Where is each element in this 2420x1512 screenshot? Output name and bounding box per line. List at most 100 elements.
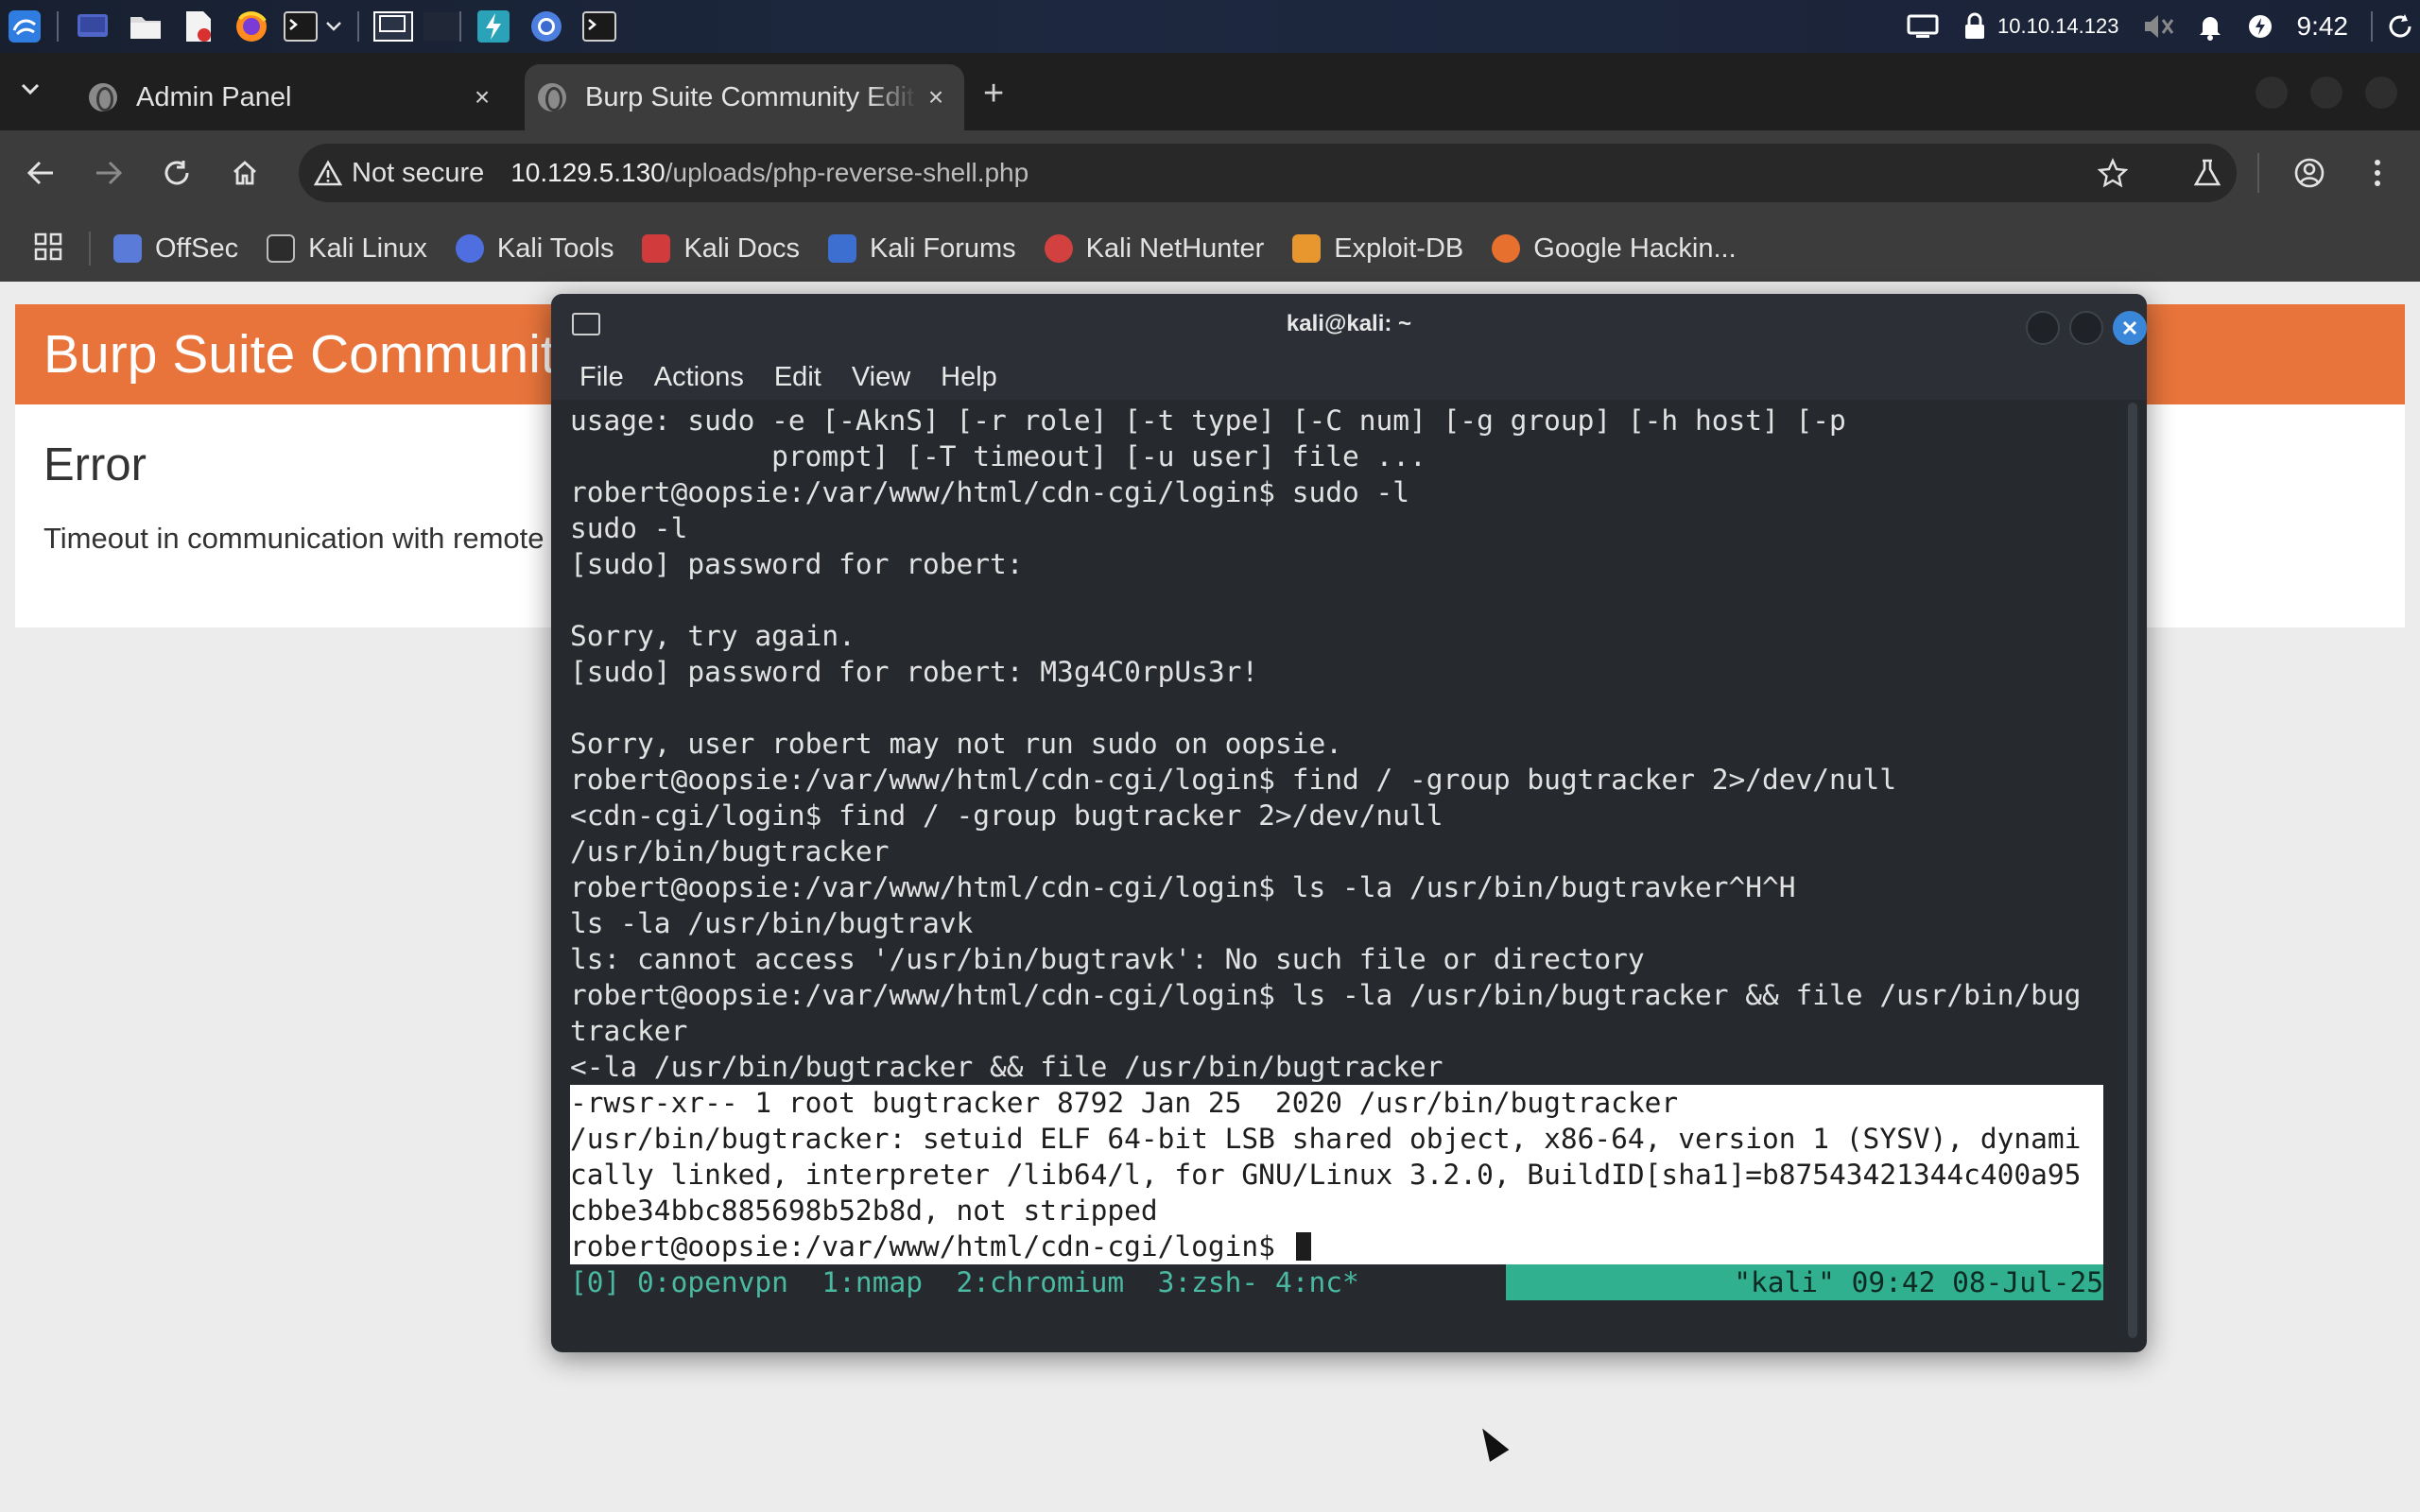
address-bar[interactable]: Not secure 10.129.5.130/uploads/php-reve… <box>299 144 2237 202</box>
notification-bell-icon[interactable] <box>2197 12 2223 41</box>
bookmark-kali-nethunter[interactable]: Kali NetHunter <box>1044 232 1265 265</box>
bookmark-label: Google Hackin... <box>1533 232 1737 264</box>
bookmark-offsec[interactable]: OffSec <box>113 233 238 265</box>
menu-kebab-icon[interactable] <box>2356 151 2399 195</box>
bookmarks-divider <box>89 232 91 266</box>
terminal-line: [sudo] password for robert: <box>570 548 1024 580</box>
taskbar-separator <box>2371 11 2373 42</box>
terminal-prompt: robert@oopsie:/var/www/html/cdn-cgi/logi… <box>570 1230 1292 1263</box>
new-tab-button[interactable]: + <box>983 74 1004 114</box>
profile-icon[interactable] <box>2288 151 2331 195</box>
close-icon <box>2122 320 2137 335</box>
desktop-taskbar: 10.10.14.123 9:42 <box>0 0 2420 53</box>
bookmark-label: Kali NetHunter <box>1085 232 1265 264</box>
tab-admin-panel[interactable]: Admin Panel × <box>66 64 510 130</box>
desktop-icon[interactable] <box>74 8 112 45</box>
terminal-maximize-button[interactable] <box>2069 311 2103 345</box>
terminal-line: tracker <box>570 1015 688 1047</box>
terminal-launcher-icon[interactable] <box>282 8 320 45</box>
terminal-line: [sudo] password for robert: M3g4C0rpUs3r… <box>570 656 1259 688</box>
session-refresh-icon[interactable] <box>2386 12 2414 41</box>
active-terminal-icon[interactable] <box>580 8 618 45</box>
window-close-button[interactable] <box>2365 77 2397 109</box>
burp-suite-icon[interactable] <box>475 8 512 45</box>
labs-flask-icon[interactable] <box>2186 151 2229 195</box>
terminal-titlebar[interactable]: kali@kali: ~ <box>551 294 2147 354</box>
kali-menu-icon[interactable] <box>6 8 43 45</box>
tmux-window-list[interactable]: [0] 0:openvpn 1:nmap 2:chromium 3:zsh- 4… <box>570 1264 1359 1300</box>
terminal-window[interactable]: kali@kali: ~ File Actions Edit View Help… <box>551 294 2147 1352</box>
terminal-screen[interactable]: usage: sudo -e [-AknS] [-r role] [-t typ… <box>570 403 2103 1338</box>
terminal-minimize-button[interactable] <box>2026 311 2060 345</box>
workspace-2-icon[interactable] <box>420 8 465 45</box>
bookmark-label: Kali Docs <box>683 232 800 264</box>
text-editor-icon[interactable] <box>180 8 217 45</box>
url-text[interactable]: 10.129.5.130/uploads/php-reverse-shell.p… <box>510 158 1028 188</box>
bookmark-kali-forums[interactable]: Kali Forums <box>827 232 1016 265</box>
taskbar-separator <box>459 11 461 42</box>
chromium-icon[interactable] <box>527 8 565 45</box>
globe-icon <box>538 83 566 112</box>
warning-icon <box>314 160 342 186</box>
terminal-line: Sorry, try again. <box>570 620 856 652</box>
taskbar-clock[interactable]: 9:42 <box>2297 11 2349 42</box>
globe-icon <box>89 83 117 112</box>
apps-grid-icon[interactable] <box>34 232 62 266</box>
terminal-line: robert@oopsie:/var/www/html/cdn-cgi/logi… <box>570 979 2082 1011</box>
error-heading: Error <box>43 439 147 490</box>
window-minimize-button[interactable] <box>2256 77 2288 109</box>
tab-title: Admin Panel <box>136 81 292 112</box>
firefox-icon[interactable] <box>233 8 270 45</box>
back-button[interactable] <box>19 151 62 195</box>
bookmark-star-icon[interactable] <box>2091 151 2135 195</box>
reload-button[interactable] <box>155 151 199 195</box>
file-manager-icon[interactable] <box>127 8 164 45</box>
bookmark-google-hacking[interactable]: Google Hackin... <box>1492 232 1737 265</box>
bookmark-exploit-db[interactable]: Exploit-DB <box>1292 233 1463 265</box>
browser-tab-strip: Admin Panel × Burp Suite Community Editi… <box>0 53 2420 130</box>
volume-muted-icon[interactable] <box>2142 12 2174 41</box>
terminal-close-button[interactable] <box>2113 311 2147 345</box>
terminal-line-selected: /usr/bin/bugtracker: setuid ELF 64-bit L… <box>570 1121 2103 1157</box>
url-host: 10.129.5.130 <box>510 158 666 187</box>
tab-close-icon[interactable]: × <box>463 82 501 112</box>
display-icon[interactable] <box>1907 13 1939 40</box>
tab-burp-suite[interactable]: Burp Suite Community Edition × <box>525 64 964 130</box>
tab-close-icon[interactable]: × <box>917 82 955 112</box>
bookmark-label: Kali Linux <box>308 232 427 264</box>
google-hacking-icon <box>1492 234 1521 263</box>
terminal-line: robert@oopsie:/var/www/html/cdn-cgi/logi… <box>570 476 1410 508</box>
menu-help[interactable]: Help <box>941 362 997 393</box>
terminal-line: ls: cannot access '/usr/bin/bugtravk': N… <box>570 943 1645 975</box>
menu-edit[interactable]: Edit <box>774 362 821 393</box>
terminal-line-selected: cally linked, interpreter /lib64/l, for … <box>570 1157 2103 1193</box>
bookmark-kali-docs[interactable]: Kali Docs <box>642 233 800 265</box>
window-maximize-button[interactable] <box>2310 77 2342 109</box>
terminal-line: sudo -l <box>570 512 688 544</box>
bookmark-kali-tools[interactable]: Kali Tools <box>455 233 614 265</box>
offsec-icon <box>113 234 142 263</box>
menu-view[interactable]: View <box>852 362 910 393</box>
error-message: Timeout in communication with remote ser… <box>43 522 634 555</box>
bookmark-kali-linux[interactable]: Kali Linux <box>267 233 427 265</box>
workspace-1-icon[interactable] <box>371 8 416 45</box>
tab-search-chevron-icon[interactable] <box>19 79 42 103</box>
power-status-icon[interactable] <box>2246 12 2274 41</box>
menu-actions[interactable]: Actions <box>654 362 744 393</box>
terminal-line-selected: cbbe34bbc885698b52b8d, not stripped <box>570 1193 2103 1228</box>
terminal-line: <cdn-cgi/login$ find / -group bugtracker… <box>570 799 1443 832</box>
terminal-prompt-line[interactable]: robert@oopsie:/var/www/html/cdn-cgi/logi… <box>570 1228 2103 1264</box>
bookmark-label: Exploit-DB <box>1334 232 1464 264</box>
terminal-scrollbar[interactable] <box>2128 403 2137 1338</box>
not-secure-label: Not secure <box>352 157 485 188</box>
security-indicator[interactable]: Not secure <box>299 158 484 189</box>
chevron-down-icon[interactable] <box>320 8 348 45</box>
bookmark-label: Kali Forums <box>869 232 1016 264</box>
nethunter-icon <box>1044 234 1073 263</box>
terminal-line: /usr/bin/bugtracker <box>570 835 890 868</box>
home-button[interactable] <box>223 151 267 195</box>
forward-button[interactable] <box>87 151 130 195</box>
menu-file[interactable]: File <box>579 362 624 393</box>
vpn-lock-icon[interactable] <box>1962 12 1988 41</box>
kali-tools-icon <box>455 234 484 263</box>
